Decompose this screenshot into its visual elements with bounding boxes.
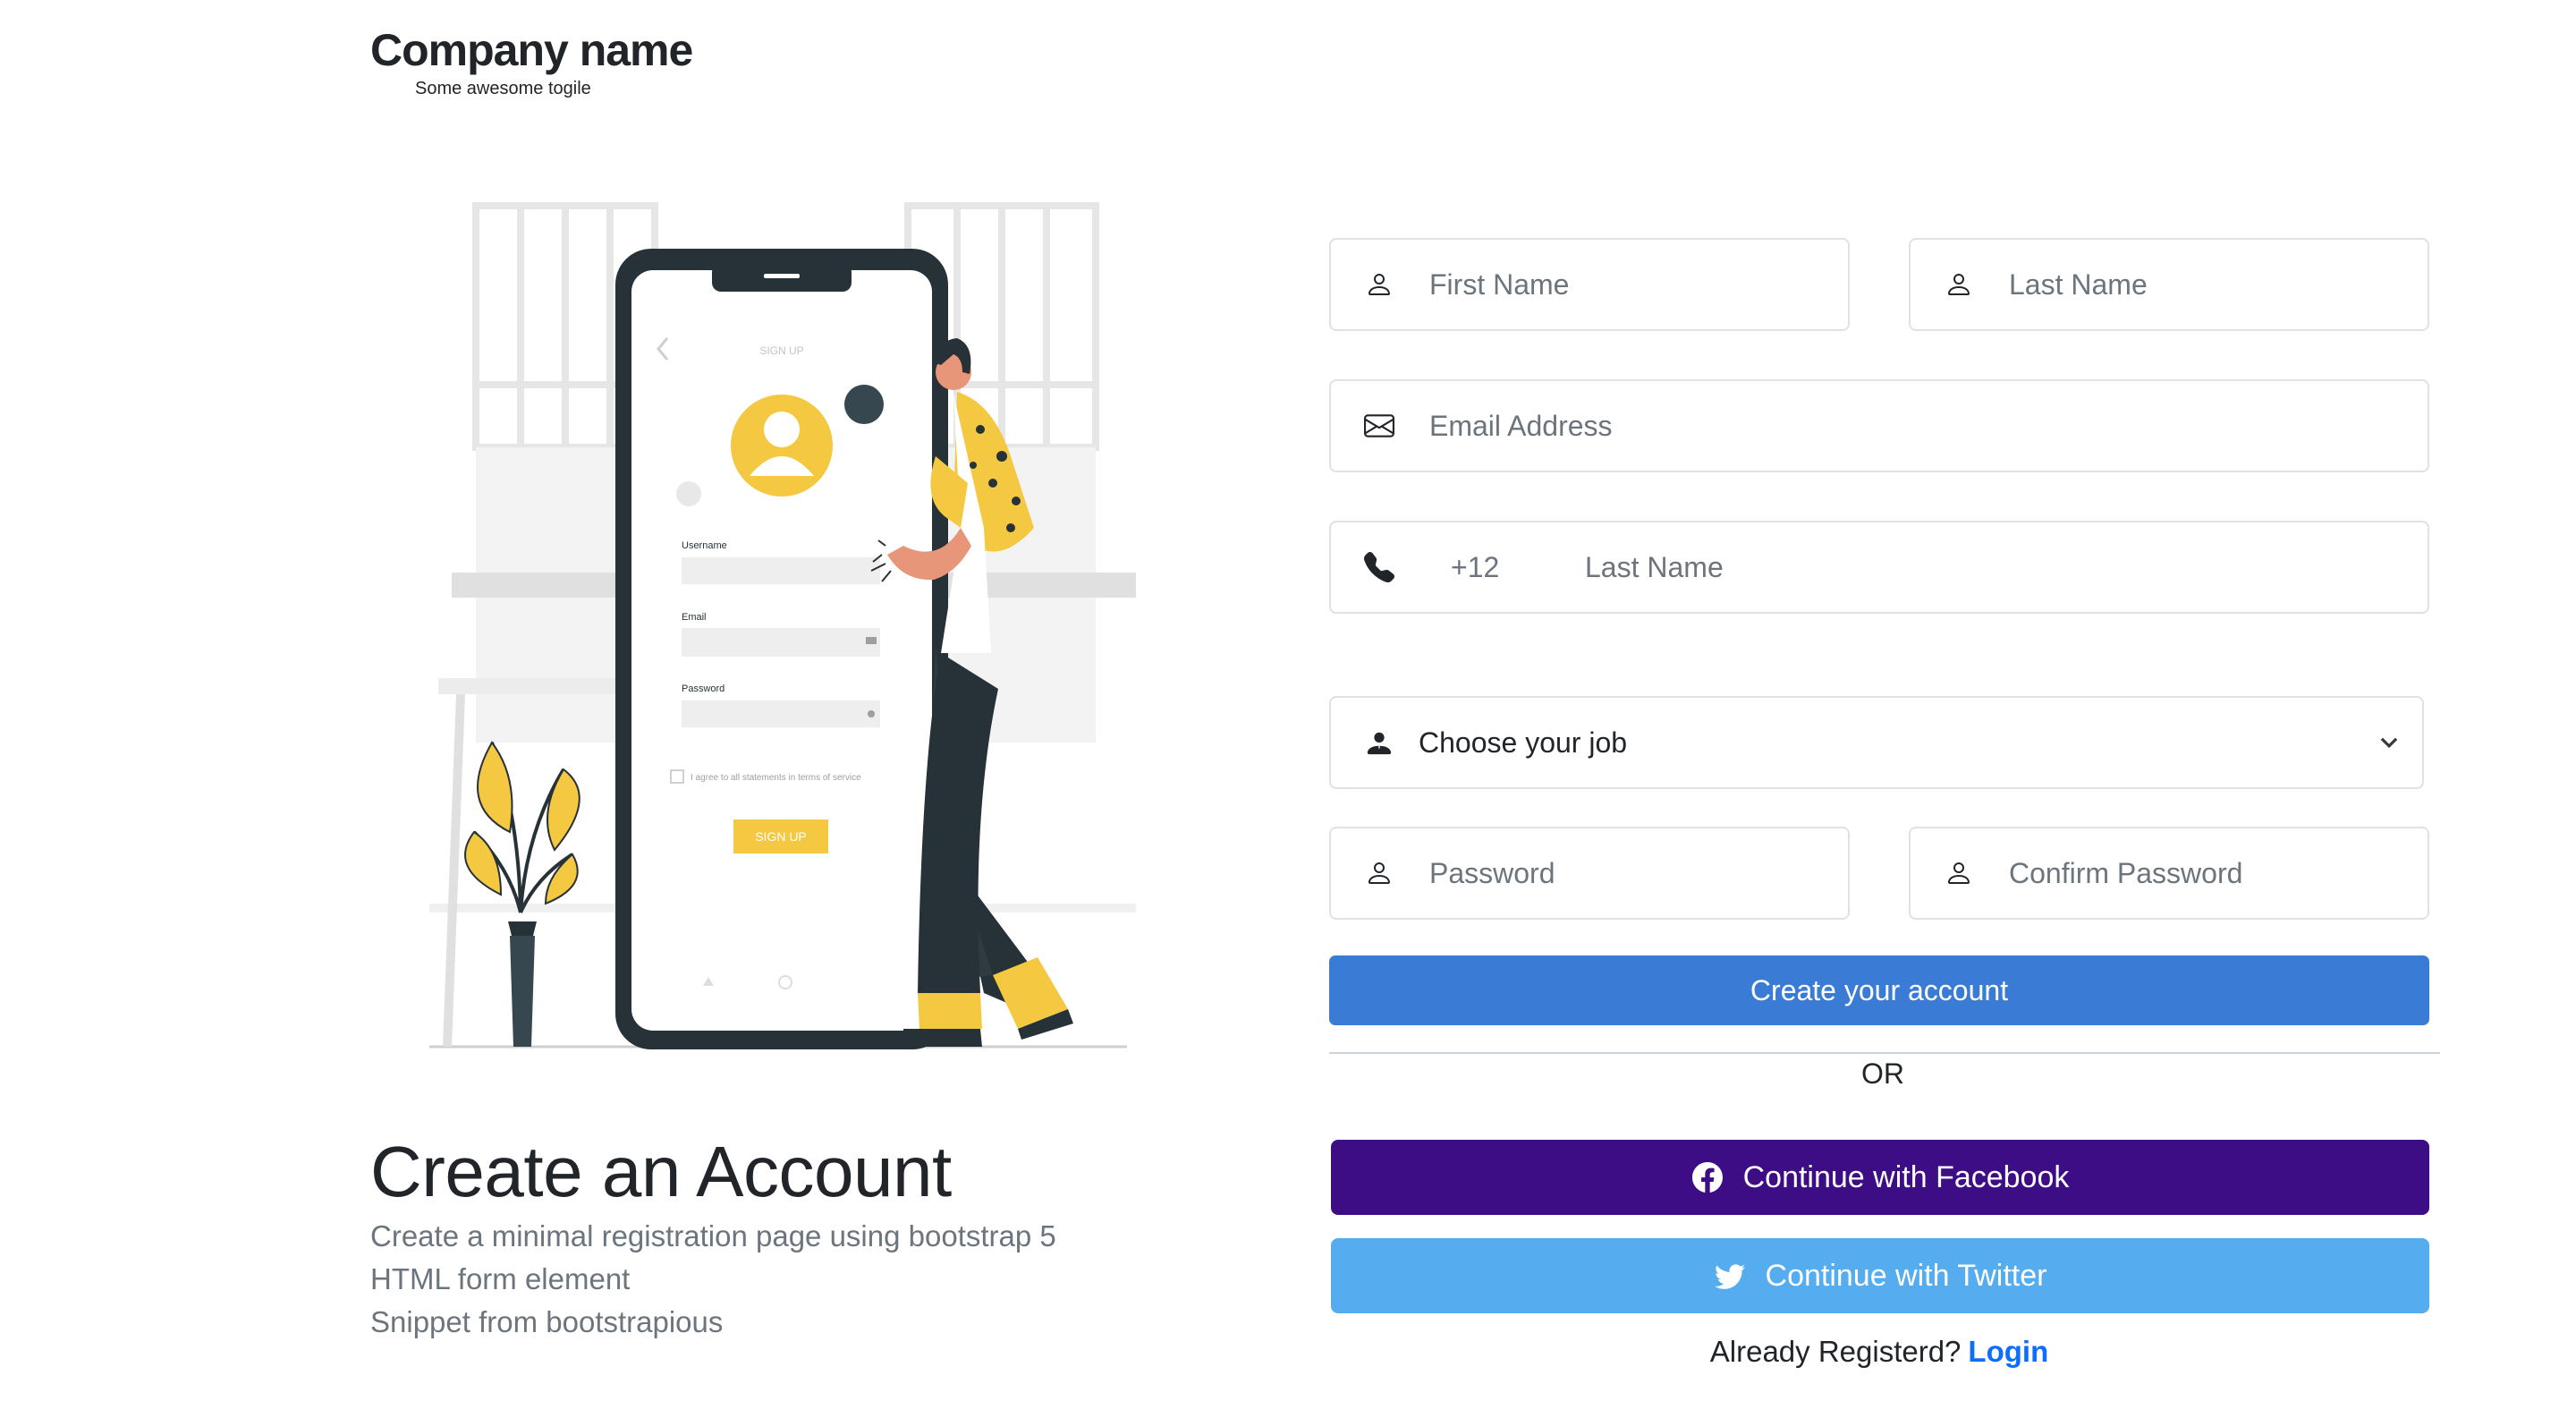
page-title: Create an Account: [370, 1132, 952, 1211]
twitter-button-label: Continue with Twitter: [1765, 1258, 2047, 1293]
user-icon: [1941, 855, 1977, 891]
user-icon: [1361, 855, 1397, 891]
phone-password-label: Password: [682, 684, 724, 694]
phone-email-label: Email: [682, 612, 707, 623]
email-field[interactable]: Email Address: [1329, 379, 2429, 472]
twitter-icon: [1714, 1260, 1746, 1292]
email-placeholder: Email Address: [1429, 409, 1613, 442]
or-label: OR: [1843, 1054, 1923, 1097]
login-prompt: Already Registerd?: [1709, 1335, 1962, 1368]
intro-line-2: HTML form element: [370, 1262, 631, 1295]
phone-username-label: Username: [682, 540, 727, 551]
phone-icon: [1361, 549, 1397, 585]
intro-line-1: Create a minimal registration page using…: [370, 1219, 1056, 1252]
facebook-button[interactable]: Continue with Facebook: [1331, 1140, 2429, 1215]
phone-country-code[interactable]: +12: [1451, 551, 1585, 584]
last-name-field[interactable]: Last Name: [1909, 238, 2429, 331]
phone-placeholder: Last Name: [1585, 550, 1724, 583]
user-icon: [1361, 267, 1397, 302]
phone-terms-text: I agree to all statements in terms of se…: [691, 773, 861, 783]
intro-section: Create an Account Create a minimal regis…: [370, 1129, 1175, 1344]
login-link[interactable]: Login: [1968, 1335, 2048, 1368]
brand: Company name Some awesome togile: [370, 23, 818, 100]
phone-field[interactable]: +12 Last Name: [1329, 521, 2429, 614]
user-icon: [1941, 267, 1977, 302]
job-select[interactable]: Choose your job: [1329, 696, 2424, 789]
phone-title: SIGN UP: [759, 344, 803, 357]
job-selected-value: Choose your job: [1419, 726, 1628, 759]
first-name-field[interactable]: First Name: [1329, 238, 1850, 331]
signup-illustration: SIGN UP Username Email Password I agree …: [429, 202, 1136, 1049]
login-row: Already Registerd? Login: [1329, 1335, 2429, 1369]
first-name-placeholder: First Name: [1429, 267, 1570, 301]
confirm-password-field[interactable]: Confirm Password: [1909, 827, 2429, 920]
chevron-down-icon: [2377, 730, 2401, 753]
password-field[interactable]: Password: [1329, 827, 1850, 920]
person-badge-icon: [1361, 725, 1397, 760]
brand-subtitle: Some awesome togile: [415, 79, 591, 98]
last-name-placeholder: Last Name: [2009, 267, 2148, 301]
plant: [464, 741, 580, 1047]
confirm-password-placeholder: Confirm Password: [2009, 856, 2243, 889]
intro-line-3: Snippet from bootstrapious: [370, 1305, 724, 1338]
brand-title: Company name: [370, 25, 693, 75]
envelope-icon: [1361, 408, 1397, 444]
password-placeholder: Password: [1429, 856, 1555, 889]
phone-signup-button: SIGN UP: [755, 829, 807, 844]
facebook-icon: [1691, 1161, 1724, 1193]
twitter-button[interactable]: Continue with Twitter: [1331, 1238, 2429, 1313]
facebook-button-label: Continue with Facebook: [1742, 1159, 2070, 1194]
create-account-button[interactable]: Create your account: [1329, 955, 2429, 1025]
